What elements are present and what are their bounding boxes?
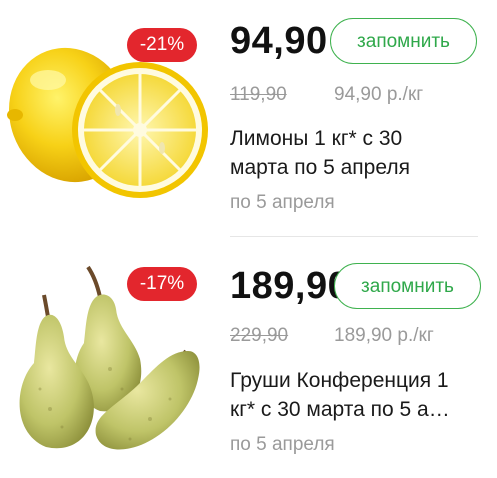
unit-price: 189,90 р./кг bbox=[334, 325, 434, 346]
product-title[interactable]: Лимоны 1 кг* с 30 марта по 5 апреля bbox=[230, 124, 482, 182]
current-price: 94,90 bbox=[230, 20, 328, 62]
discount-badge: -17% bbox=[127, 267, 197, 301]
current-price: 189,90 bbox=[230, 265, 350, 307]
unit-price: 94,90 р./кг bbox=[334, 84, 424, 105]
product-title-line-1: Груши Конференция 1 bbox=[230, 369, 449, 392]
remember-button[interactable]: запомнить bbox=[330, 18, 477, 64]
product-card[interactable]: -17% 189,90 запомнить 229,90 189,90 р./к… bbox=[0, 239, 497, 478]
remember-button[interactable]: запомнить bbox=[334, 263, 481, 309]
old-price: 119,90 bbox=[230, 84, 287, 105]
divider bbox=[230, 236, 478, 237]
old-price: 229,90 bbox=[230, 325, 289, 346]
product-title[interactable]: Груши Конференция 1 кг* с 30 марта по 5 … bbox=[230, 366, 482, 424]
product-list: -21% 94,90 запомнить 119,90 94,90 р./кг … bbox=[0, 0, 497, 478]
product-title-line-1: Лимоны 1 кг* с 30 bbox=[230, 127, 403, 150]
product-title-line-2: марта по 5 апреля bbox=[230, 156, 410, 179]
valid-until-note: по 5 апреля bbox=[230, 434, 335, 455]
valid-until-note: по 5 апреля bbox=[230, 192, 335, 213]
discount-badge: -21% bbox=[127, 28, 197, 62]
product-title-line-2: кг* с 30 марта по 5 а… bbox=[230, 398, 450, 421]
product-card[interactable]: -21% 94,90 запомнить 119,90 94,90 р./кг … bbox=[0, 0, 497, 239]
